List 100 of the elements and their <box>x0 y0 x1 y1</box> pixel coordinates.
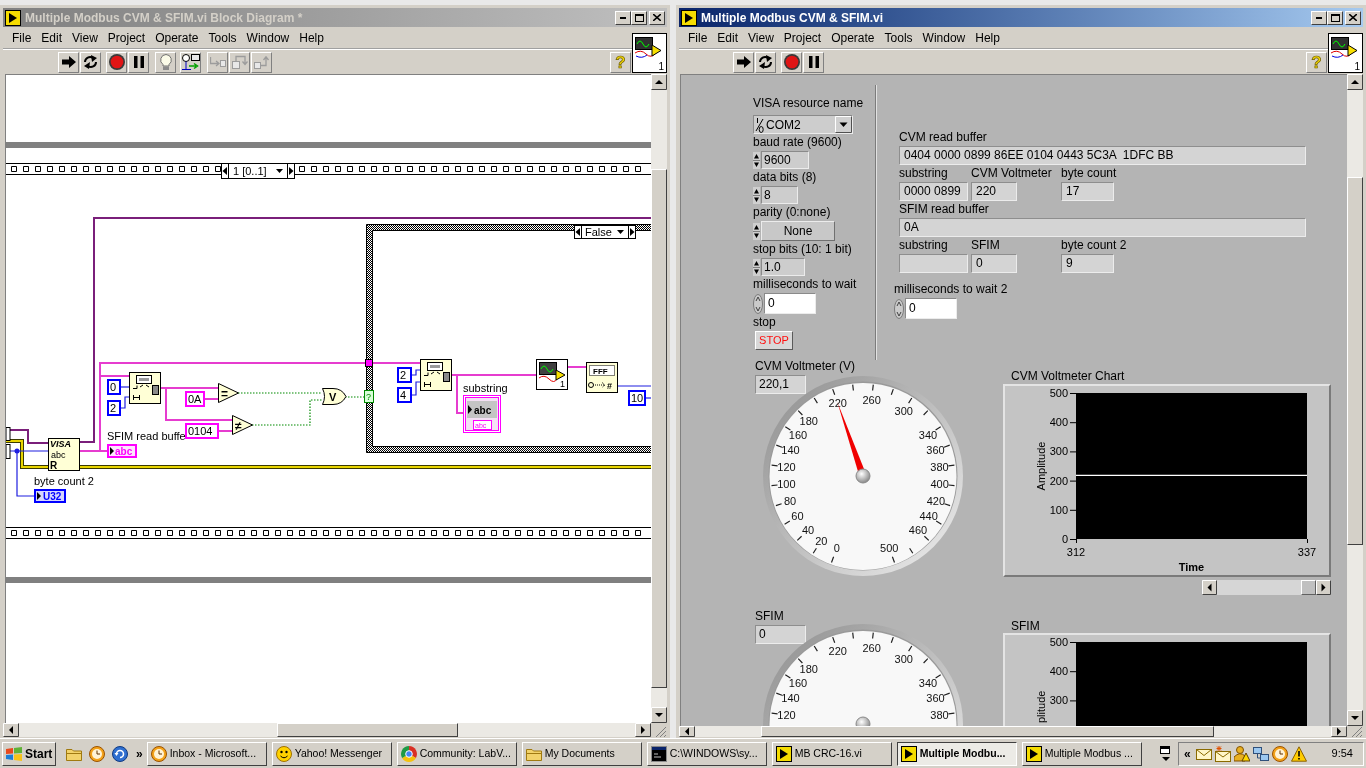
menu-item[interactable]: Operate <box>826 28 880 47</box>
connector-number: 1 <box>1354 61 1360 72</box>
menu-item[interactable]: View <box>67 28 103 47</box>
network-icon[interactable] <box>1252 745 1269 762</box>
menu-item[interactable]: Tools <box>203 28 242 47</box>
menu-item[interactable]: Project <box>778 28 827 47</box>
menu-item[interactable]: File <box>683 28 713 47</box>
case-selector[interactable]: False <box>574 224 636 240</box>
gauge-hub <box>855 716 871 726</box>
scroll-left-arrow-icon[interactable] <box>3 723 19 737</box>
spin-buttons-icon[interactable] <box>753 151 760 169</box>
clock-icon[interactable] <box>1271 745 1288 762</box>
dropdown-arrow-icon[interactable] <box>835 116 852 133</box>
taskbar-button[interactable]: My Documents <box>521 741 642 766</box>
taskbar-button[interactable]: Multiple Modbu... <box>896 741 1017 766</box>
right-arrow-icon[interactable] <box>630 228 635 236</box>
run-continuously-button[interactable] <box>80 51 101 73</box>
menu-item[interactable]: File <box>7 28 37 47</box>
scroll-up-arrow-icon[interactable] <box>1347 74 1363 90</box>
clock-icon[interactable] <box>89 745 105 762</box>
step-into-icon <box>209 56 226 68</box>
scroll-up-arrow-icon[interactable] <box>651 74 667 90</box>
abort-button[interactable] <box>781 51 802 73</box>
spin-buttons-icon[interactable] <box>753 258 760 276</box>
left-arrow-icon[interactable] <box>575 228 580 236</box>
refresh-icon[interactable] <box>112 745 128 762</box>
start-button[interactable]: Start <box>2 741 56 766</box>
scroll-thumb[interactable] <box>651 169 667 688</box>
spin-buttons-icon[interactable] <box>753 186 760 204</box>
run-button[interactable] <box>733 51 754 73</box>
scrollbar-track[interactable] <box>695 726 1331 737</box>
menu-item[interactable]: Edit <box>712 28 744 47</box>
chart-scrollbar[interactable] <box>1202 580 1331 595</box>
taskbar-button[interactable]: Yahoo! Messenger <box>271 741 392 766</box>
numeric-field[interactable]: 8 <box>761 186 798 204</box>
resource-dropdown[interactable]: COM2 <box>753 115 853 134</box>
spin-buttons-icon[interactable] <box>753 222 760 240</box>
numeric-field[interactable]: 9600 <box>761 151 809 169</box>
scroll-right-arrow-icon[interactable] <box>635 723 651 737</box>
scroll-thumb[interactable] <box>1301 580 1316 595</box>
spin-knob-icon[interactable] <box>894 298 904 319</box>
menu-item[interactable]: Edit <box>36 28 68 47</box>
menu-item[interactable]: Help <box>970 28 1005 47</box>
taskbar-button[interactable]: C:\WINDOWS\sy... <box>646 741 767 766</box>
taskbar-button[interactable]: Multiple Modbus ... <box>1021 741 1142 766</box>
menu-item[interactable]: Operate <box>150 28 204 47</box>
maximize-button[interactable] <box>631 10 647 25</box>
taskbar-button[interactable]: Community: LabV... <box>396 741 517 766</box>
user-warning-icon[interactable] <box>1233 745 1250 762</box>
spin-knob-icon[interactable] <box>753 293 763 314</box>
scroll-down-arrow-icon[interactable] <box>1347 710 1363 726</box>
scroll-thumb[interactable] <box>761 726 1214 737</box>
scroll-left-arrow-icon[interactable] <box>679 726 695 737</box>
smiley-icon <box>275 745 292 762</box>
left-arrow-icon[interactable] <box>222 167 227 175</box>
ring-selector[interactable]: None <box>761 221 835 241</box>
gauge-label: SFIM <box>755 610 784 622</box>
dropdown-arrow-icon[interactable] <box>617 230 624 234</box>
highlight-button[interactable] <box>155 51 176 73</box>
close-button[interactable] <box>1345 10 1361 25</box>
numeric-field[interactable]: 0 <box>905 298 957 319</box>
numeric-field[interactable]: 0 <box>764 293 816 314</box>
menu-item[interactable]: View <box>743 28 779 47</box>
more-button[interactable]: » <box>134 743 145 764</box>
run-continuously-button[interactable] <box>755 51 776 73</box>
scroll-down-arrow-icon[interactable] <box>651 707 667 723</box>
menu-item[interactable]: Help <box>294 28 329 47</box>
scroll-thumb[interactable] <box>277 723 458 737</box>
gauge-scale-label: 80 <box>783 494 797 507</box>
taskbar-button[interactable]: Inbox - Microsoft... <box>146 741 267 766</box>
menu-item[interactable]: Project <box>102 28 151 47</box>
probe-button[interactable] <box>180 51 201 73</box>
pause-button[interactable] <box>128 51 149 73</box>
menu-item[interactable]: Window <box>241 28 295 47</box>
taskbar-button[interactable]: MB CRC-16.vi <box>771 741 892 766</box>
abort-button[interactable] <box>106 51 127 73</box>
menu-item[interactable]: Tools <box>879 28 918 47</box>
minimize-button[interactable] <box>1311 10 1327 25</box>
frame-selector[interactable]: 1 [0..1] <box>221 162 295 180</box>
scrollbar-track[interactable] <box>651 90 667 707</box>
scrollbar-track[interactable] <box>1347 90 1363 710</box>
pause-button[interactable] <box>803 51 824 73</box>
warning-icon[interactable] <box>1290 745 1307 762</box>
scrollbar-track[interactable] <box>19 723 635 737</box>
scroll-right-arrow-icon[interactable] <box>1316 580 1331 595</box>
close-button[interactable] <box>649 10 665 25</box>
dropdown-arrow-icon[interactable] <box>276 169 283 173</box>
minimize-button[interactable] <box>615 10 631 25</box>
numeric-field[interactable]: 1.0 <box>761 258 805 276</box>
run-button[interactable] <box>58 51 79 73</box>
scroll-left-arrow-icon[interactable] <box>1202 580 1217 595</box>
tray-expand-button[interactable]: « <box>1181 744 1193 763</box>
scroll-right-arrow-icon[interactable] <box>1331 726 1347 737</box>
menu-item[interactable]: Window <box>917 28 971 47</box>
arrow-tile-icon <box>900 745 917 762</box>
axis-title: plitude <box>1035 690 1047 723</box>
right-arrow-icon[interactable] <box>289 167 294 175</box>
new-mail-icon[interactable] <box>1214 745 1231 762</box>
scroll-thumb[interactable] <box>1347 177 1363 545</box>
maximize-button[interactable] <box>1327 10 1343 25</box>
